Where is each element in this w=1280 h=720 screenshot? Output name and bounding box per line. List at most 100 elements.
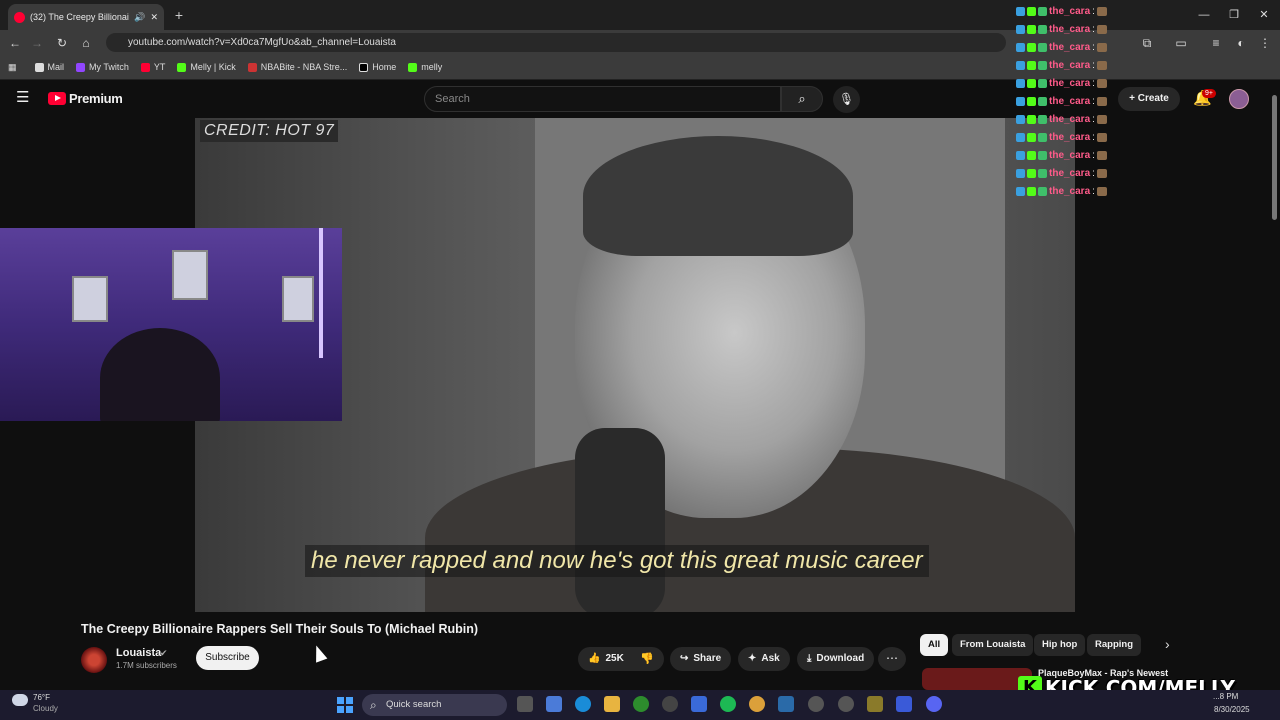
bookmark-melly[interactable]: melly bbox=[408, 62, 442, 72]
clock-time[interactable]: ...8 PM bbox=[1213, 692, 1238, 701]
more-actions-icon[interactable]: ⋯ bbox=[878, 647, 906, 671]
task-view-icon[interactable] bbox=[517, 696, 533, 712]
bookmark-label: YT bbox=[153, 62, 166, 72]
badge-icon bbox=[1016, 186, 1025, 196]
app-icon[interactable] bbox=[778, 696, 794, 712]
close-window-icon[interactable]: ✕ bbox=[1254, 6, 1274, 24]
account-avatar[interactable] bbox=[1229, 89, 1249, 109]
chat-message: the_cara: bbox=[1016, 74, 1136, 92]
xbox-icon[interactable] bbox=[633, 696, 649, 712]
weather-temperature[interactable]: 76°F bbox=[33, 693, 50, 702]
streamer-webcam bbox=[0, 228, 342, 421]
microphone-icon[interactable]: 🎙 bbox=[833, 86, 860, 113]
chrome-icon[interactable] bbox=[749, 696, 765, 712]
bookmark-label: My Twitch bbox=[89, 62, 129, 72]
channel-name[interactable]: Louaista bbox=[116, 647, 161, 659]
youtube-premium-logo[interactable]: Premium bbox=[48, 91, 123, 106]
badge-icon bbox=[1038, 150, 1047, 160]
chat-separator: : bbox=[1092, 23, 1095, 35]
page-scrollbar[interactable] bbox=[1272, 95, 1277, 220]
chip-all[interactable]: All bbox=[920, 634, 949, 656]
search-icon[interactable]: ⌕ bbox=[781, 86, 823, 112]
cloud-icon[interactable] bbox=[12, 694, 28, 706]
badge-icon bbox=[1027, 168, 1036, 178]
badge-icon bbox=[1016, 78, 1025, 88]
app-icon[interactable] bbox=[838, 696, 854, 712]
chat-username: the_cara bbox=[1049, 167, 1091, 179]
badge-icon bbox=[1027, 42, 1036, 52]
subscribe-button[interactable]: Subscribe bbox=[196, 646, 259, 670]
back-icon[interactable]: ← bbox=[6, 34, 24, 52]
emote-icon bbox=[1096, 24, 1107, 34]
streamer-figure bbox=[100, 328, 220, 421]
bookmark-mail[interactable]: Mail bbox=[34, 62, 64, 72]
chat-username: the_cara bbox=[1049, 131, 1091, 143]
create-label: Create bbox=[1137, 93, 1169, 104]
app-icon[interactable] bbox=[896, 696, 912, 712]
minimize-icon[interactable]: — bbox=[1194, 6, 1214, 24]
like-button[interactable]: 👍 25K bbox=[578, 647, 634, 671]
restore-icon[interactable]: ❐ bbox=[1224, 6, 1244, 24]
chat-separator: : bbox=[1092, 77, 1095, 89]
chat-separator: : bbox=[1092, 131, 1095, 143]
spotify-icon[interactable] bbox=[720, 696, 736, 712]
ask-button[interactable]: ✦ Ask bbox=[738, 647, 790, 671]
new-tab-button[interactable]: + bbox=[170, 6, 188, 24]
forward-icon[interactable]: → bbox=[28, 34, 46, 52]
bookmark-nbabite[interactable]: NBABite - NBA Stre... bbox=[247, 62, 348, 72]
emote-icon bbox=[1096, 132, 1107, 142]
video-microphone bbox=[575, 428, 665, 612]
badge-icon bbox=[1016, 42, 1025, 52]
bookmark-home[interactable]: Home bbox=[359, 62, 396, 72]
bookmark-yt[interactable]: YT bbox=[140, 62, 166, 72]
edge-icon[interactable] bbox=[575, 696, 591, 712]
dislike-button[interactable]: 👎 bbox=[630, 647, 664, 671]
store-icon[interactable] bbox=[691, 696, 707, 712]
clock-date[interactable]: 8/30/2025 bbox=[1214, 705, 1250, 714]
close-tab-icon[interactable]: ✕ bbox=[150, 12, 158, 23]
chip-hip-hop[interactable]: Hip hop bbox=[1034, 634, 1086, 656]
channel-avatar[interactable] bbox=[81, 647, 107, 673]
apps-icon[interactable]: ▦ bbox=[8, 62, 17, 73]
speaker-icon[interactable]: 🔊 bbox=[134, 12, 145, 23]
media-icon[interactable]: ≡ bbox=[1207, 34, 1225, 52]
chat-message: the_cara: bbox=[1016, 164, 1136, 182]
start-windows-icon[interactable] bbox=[337, 697, 353, 713]
browser-menu-icon[interactable]: ⋮ bbox=[1256, 34, 1274, 52]
cast-icon[interactable]: ▭ bbox=[1172, 34, 1190, 52]
home-icon[interactable]: ⌂ bbox=[77, 34, 95, 52]
video-credit-text: CREDIT: HOT 97 bbox=[200, 120, 339, 142]
recommended-thumbnail[interactable] bbox=[922, 668, 1032, 690]
copilot-icon[interactable] bbox=[546, 696, 562, 712]
chip-rapping[interactable]: Rapping bbox=[1087, 634, 1141, 656]
reload-icon[interactable]: ↻ bbox=[53, 34, 71, 52]
bookmark-melly-kick[interactable]: Melly | Kick bbox=[177, 62, 236, 72]
media-player-icon[interactable] bbox=[808, 696, 824, 712]
bookmark-my-twitch[interactable]: My Twitch bbox=[76, 62, 129, 72]
chat-username: the_cara bbox=[1049, 41, 1091, 53]
discord-icon[interactable] bbox=[926, 696, 942, 712]
chat-message: the_cara: bbox=[1016, 20, 1136, 38]
badge-icon bbox=[1027, 6, 1036, 16]
chip-from-louaista[interactable]: From Louaista bbox=[952, 634, 1034, 656]
profile-icon[interactable]: ◐ bbox=[1232, 34, 1250, 52]
badge-icon bbox=[1038, 132, 1047, 142]
browser-tab-youtube[interactable]: (32) The Creepy Billionaire 🔊 ✕ bbox=[8, 4, 164, 30]
app-icon[interactable] bbox=[867, 696, 883, 712]
hamburger-menu-icon[interactable]: ☰ bbox=[16, 90, 32, 106]
search-input[interactable]: Search bbox=[424, 86, 781, 112]
url-field[interactable]: youtube.com/watch?v=Xd0ca7MgfUo&ab_chann… bbox=[106, 33, 1006, 52]
stream-chat-overlay: the_cara: the_cara: the_cara: the_cara: the_… bbox=[1016, 2, 1136, 200]
bookmark-label: Home bbox=[372, 62, 397, 72]
chat-separator: : bbox=[1092, 113, 1095, 125]
chat-message: the_cara: bbox=[1016, 38, 1136, 56]
extensions-icon[interactable]: ⧉ bbox=[1138, 34, 1156, 52]
file-explorer-icon[interactable] bbox=[604, 696, 620, 712]
bookmark-label: NBABite - NBA Stre... bbox=[260, 62, 348, 72]
chevron-right-icon[interactable]: › bbox=[1165, 636, 1170, 652]
obs-icon[interactable] bbox=[662, 696, 678, 712]
share-button[interactable]: ↪ Share bbox=[670, 647, 732, 671]
download-button[interactable]: ⤓ Download bbox=[797, 647, 875, 671]
taskbar-search[interactable]: Quick search bbox=[362, 694, 507, 716]
weather-condition[interactable]: Cloudy bbox=[33, 704, 58, 713]
